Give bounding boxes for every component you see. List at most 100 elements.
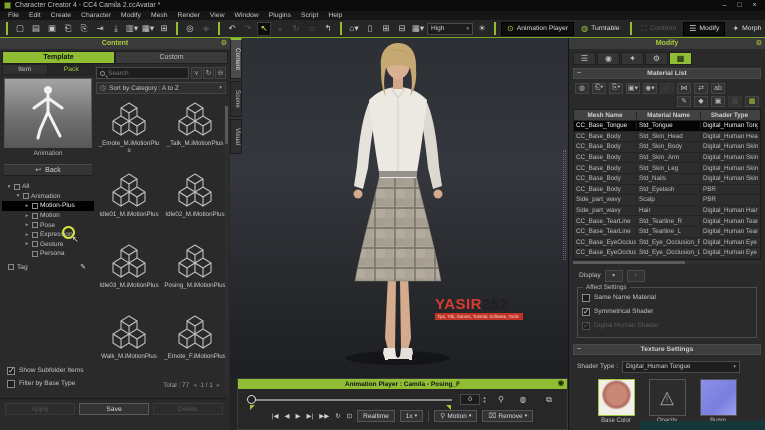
toolbar-icon[interactable]: ▯ [363, 22, 377, 36]
gear-icon[interactable]: ⚙ [756, 39, 762, 47]
material-tool-icon[interactable]: ◍ [575, 82, 589, 94]
timeline-track[interactable] [252, 399, 452, 401]
menu-item[interactable]: View [210, 12, 225, 19]
toolbar-icon[interactable]: ▣ [45, 22, 59, 36]
playhead-knob[interactable] [247, 395, 256, 404]
tree-node[interactable]: ▾ All [2, 182, 94, 192]
material-tool-icon[interactable]: ◉▾ [643, 82, 657, 94]
transport-button[interactable]: ▶▶ [319, 412, 329, 420]
menu-item[interactable]: Character [81, 12, 111, 19]
material-tool-icon[interactable]: ✎ [677, 95, 691, 107]
material-tool-icon[interactable]: ab [711, 82, 725, 94]
toolbar-icon[interactable]: ↻ [289, 22, 303, 36]
range-end-marker[interactable] [446, 405, 451, 410]
toolbar-icon[interactable]: ▱ [305, 22, 319, 36]
panel-splitter[interactable] [563, 150, 566, 260]
tree-expand-icon[interactable]: ▾ [15, 193, 21, 199]
realtime-button[interactable]: Realtime [357, 410, 395, 422]
save-button[interactable]: Save [79, 403, 149, 415]
delete-button[interactable]: Delete [153, 403, 223, 415]
table-row[interactable]: CC_Base_Tongue Std_Tongue Digital_Human … [574, 121, 760, 132]
tree-expand-icon[interactable]: ▸ [24, 203, 30, 209]
menu-item[interactable]: Create [51, 12, 71, 19]
toolbar-icon[interactable]: ⊞ [157, 22, 171, 36]
tree-node[interactable]: ▸ Expression [2, 230, 94, 240]
content-item[interactable]: Idle03_M.iMotionPlus [98, 239, 160, 310]
viewport-side-tab[interactable]: Scene [230, 81, 242, 117]
transport-button[interactable]: ▶ [296, 412, 301, 420]
table-row[interactable]: CC_Base_Body Std_Eyelash PBR [574, 184, 760, 196]
duplicate-clip-icon[interactable]: ⧉ [542, 393, 556, 406]
toolbar-icon[interactable]: ↰ [321, 22, 335, 36]
speed-dropdown[interactable]: 1x ▾ [399, 410, 424, 422]
table-row[interactable]: CC_Base_Body Std_Skin_Head Digital_Human… [574, 131, 760, 143]
toolbar-icon[interactable]: ⤓ [109, 22, 123, 36]
tree-node[interactable]: ▸ Motion [2, 211, 94, 221]
material-tool-icon[interactable]: ⎘▾ [609, 82, 623, 94]
tree-expand-icon[interactable]: ▸ [24, 241, 30, 247]
table-row[interactable]: CC_Base_Body Std_Skin_Arm Digital_Human … [574, 152, 760, 164]
texture-slot-opacity[interactable]: △! Opacity [648, 378, 686, 424]
apply-button[interactable]: Apply [5, 403, 75, 415]
table-row[interactable]: Side_part_wavy Scalp PBR [574, 195, 760, 206]
toolbar-icon[interactable]: ↷ [241, 22, 255, 36]
display-option-dropdown[interactable]: ▾ [626, 269, 645, 282]
toolbar-icon[interactable]: ↖ [257, 21, 271, 36]
back-button[interactable]: ↩ Back [4, 164, 92, 176]
camera-follow-icon[interactable]: ◍ [516, 393, 530, 406]
transport-button[interactable]: ◀ [285, 412, 290, 420]
menu-item[interactable]: File [8, 12, 19, 19]
content-item[interactable]: Walk_M.iMotionPlus [98, 310, 160, 381]
content-item[interactable]: Idle01_M.iMotionPlus [98, 168, 160, 239]
texture-slot-base-color[interactable]: Base Color [597, 378, 635, 424]
search-input[interactable] [108, 69, 185, 77]
toolbar-icon[interactable]: ▥▾ [125, 22, 139, 36]
next-page-icon[interactable]: ▸ [217, 381, 220, 389]
transport-button[interactable]: ⊡ [347, 412, 352, 420]
transport-button[interactable]: ↻ [335, 412, 340, 420]
table-row[interactable]: CC_Base_EyeOcclusion Std_Eye_Occlusion_L… [574, 248, 760, 259]
viewport-side-tab[interactable]: Visual [230, 118, 242, 154]
menu-item[interactable]: Help [328, 12, 342, 19]
content-item[interactable]: _Emote_M.iMotionPlus [98, 97, 160, 168]
pose-tool-icon[interactable]: ⚲ [494, 393, 508, 406]
search-tool-icon[interactable]: ⋎ [191, 67, 202, 79]
texture-settings-section[interactable]: − Texture Settings [573, 343, 761, 355]
turntable-button[interactable]: ◍ Turntable [576, 22, 624, 36]
toolbar-icon[interactable]: ◎ [183, 22, 197, 36]
tree-expand-icon[interactable]: ▸ [24, 222, 30, 228]
modify-panel-header[interactable]: Modify ⚙ [569, 38, 765, 49]
menu-item[interactable]: Script [301, 12, 318, 19]
modify-tab-icon[interactable]: ✦ [621, 52, 644, 65]
table-row[interactable]: CC_Base_Body Std_Skin_Body Digital_Human… [574, 142, 760, 153]
remove-button[interactable]: ⌧ Remove ▾ [482, 410, 534, 422]
table-row[interactable]: CC_Base_TearLine Std_Tearline_R Digital_… [574, 216, 760, 227]
toolbar-icon[interactable]: ▦▾ [411, 22, 425, 36]
tag-row[interactable]: Tag ✎ [2, 262, 94, 273]
pack-thumbnail[interactable] [4, 78, 92, 148]
pencil-icon[interactable]: ✎ [80, 263, 86, 271]
material-tool-icon[interactable]: ⎗▾ [592, 82, 606, 94]
character-model[interactable] [305, 38, 491, 372]
animation-player-button[interactable]: ⊙ Animation Player [501, 21, 575, 36]
display-mode-dropdown[interactable]: ▾ [604, 269, 623, 282]
range-start-marker[interactable] [250, 405, 255, 410]
subtab-pack[interactable]: Pack [48, 64, 94, 75]
window-control-icon[interactable]: □ [733, 2, 746, 9]
toolbar-icon[interactable]: ▢ [13, 22, 27, 36]
tree-node[interactable]: ▸ Gesture [2, 240, 94, 250]
content-item[interactable]: Posing_M.iMotionPlus [164, 239, 226, 310]
brightness-icon[interactable]: ☀ [475, 22, 489, 36]
table-hscrollbar[interactable] [573, 260, 761, 264]
content-panel-header[interactable]: Content ⚙ [0, 38, 230, 49]
toolbar-icon[interactable]: ⊞ [379, 22, 393, 36]
grid-scrollbar[interactable] [225, 106, 228, 396]
modify-tab-icon[interactable]: ▦ [669, 52, 692, 65]
content-item[interactable]: Idle02_M.iMotionPlus [164, 168, 226, 239]
toolbar-icon[interactable]: ⇥ [93, 22, 107, 36]
tree-expand-icon[interactable]: ▸ [24, 232, 30, 238]
modify-tab-icon[interactable]: ☰ [573, 52, 596, 65]
toolbar-icon[interactable]: + [273, 22, 287, 36]
tree-expand-icon[interactable]: ▸ [24, 213, 30, 219]
tree-expand-icon[interactable]: ▾ [6, 184, 12, 190]
